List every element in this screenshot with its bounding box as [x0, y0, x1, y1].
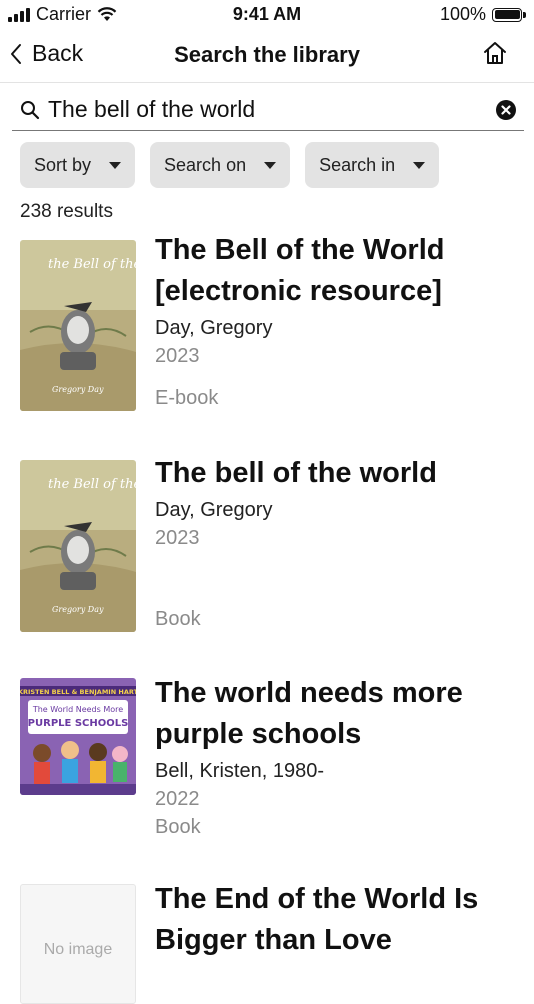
result-title: The world needs more purple schools: [155, 677, 463, 750]
result-info: The End of the World Is Bigger than Love: [155, 879, 515, 961]
results-count: 238 results: [20, 201, 113, 222]
result-year: 2023: [155, 345, 200, 367]
no-image-cover: No image: [20, 884, 136, 1004]
filter-bar: Sort by Search on Search in: [20, 142, 440, 188]
cover-author-text: Gregory Day: [52, 605, 104, 614]
search-bar: [12, 88, 524, 131]
battery-icon: [492, 7, 526, 22]
result-format: E-book: [155, 387, 219, 409]
cover-author-text: Gregory Day: [52, 385, 104, 394]
navigation-bar: Back Search the library: [0, 30, 534, 83]
result-year: 2023: [155, 527, 200, 549]
book-cover: the Bell of the World Gregory Day: [20, 460, 136, 632]
result-info: The Bell of the World [electronic resour…: [155, 230, 515, 370]
result-info: The world needs more purple schools Bell…: [155, 673, 515, 841]
cover-authors-text: KRISTEN BELL & BENJAMIN HART: [20, 688, 136, 696]
result-info: The bell of the world Day, Gregory 2023: [155, 453, 515, 552]
result-format: Book: [155, 816, 201, 838]
search-input[interactable]: [48, 92, 478, 126]
home-icon[interactable]: [482, 40, 508, 66]
caret-down-icon: [264, 161, 277, 169]
caret-down-icon: [413, 161, 426, 169]
result-author: Day, Gregory: [155, 317, 273, 339]
search-in-label: Search in: [319, 154, 396, 175]
sort-by-label: Sort by: [34, 154, 92, 175]
book-cover: the Bell of the World Gregory Day: [20, 240, 136, 411]
result-author: Bell, Kristen, 1980-: [155, 760, 324, 782]
cover-title-text: the Bell of the World: [48, 257, 136, 272]
result-author: Day, Gregory: [155, 499, 273, 521]
search-icon: [21, 101, 40, 120]
search-in-dropdown[interactable]: Search in: [305, 142, 440, 188]
result-title: The Bell of the World [electronic resour…: [155, 234, 445, 307]
cover-title-line1: The World Needs More: [32, 705, 123, 714]
sort-by-dropdown[interactable]: Sort by: [20, 142, 136, 188]
search-on-label: Search on: [164, 154, 247, 175]
result-format: Book: [155, 608, 201, 630]
clear-search-icon[interactable]: [496, 100, 516, 120]
result-title: The bell of the world: [155, 457, 437, 489]
cover-title-line2: PURPLE SCHOOLS: [28, 718, 129, 729]
caret-down-icon: [109, 161, 122, 169]
cover-title-text: the Bell of the World: [48, 477, 136, 492]
status-bar: Carrier 9:41 AM 100%: [0, 0, 534, 30]
search-on-dropdown[interactable]: Search on: [150, 142, 291, 188]
page-title: Search the library: [174, 42, 360, 67]
battery-percent: 100%: [439, 4, 486, 24]
status-right: 100%: [439, 4, 526, 25]
book-cover: KRISTEN BELL & BENJAMIN HART The World N…: [20, 678, 136, 795]
result-title: The End of the World Is Bigger than Love: [155, 883, 479, 956]
result-year: 2022: [155, 788, 200, 810]
